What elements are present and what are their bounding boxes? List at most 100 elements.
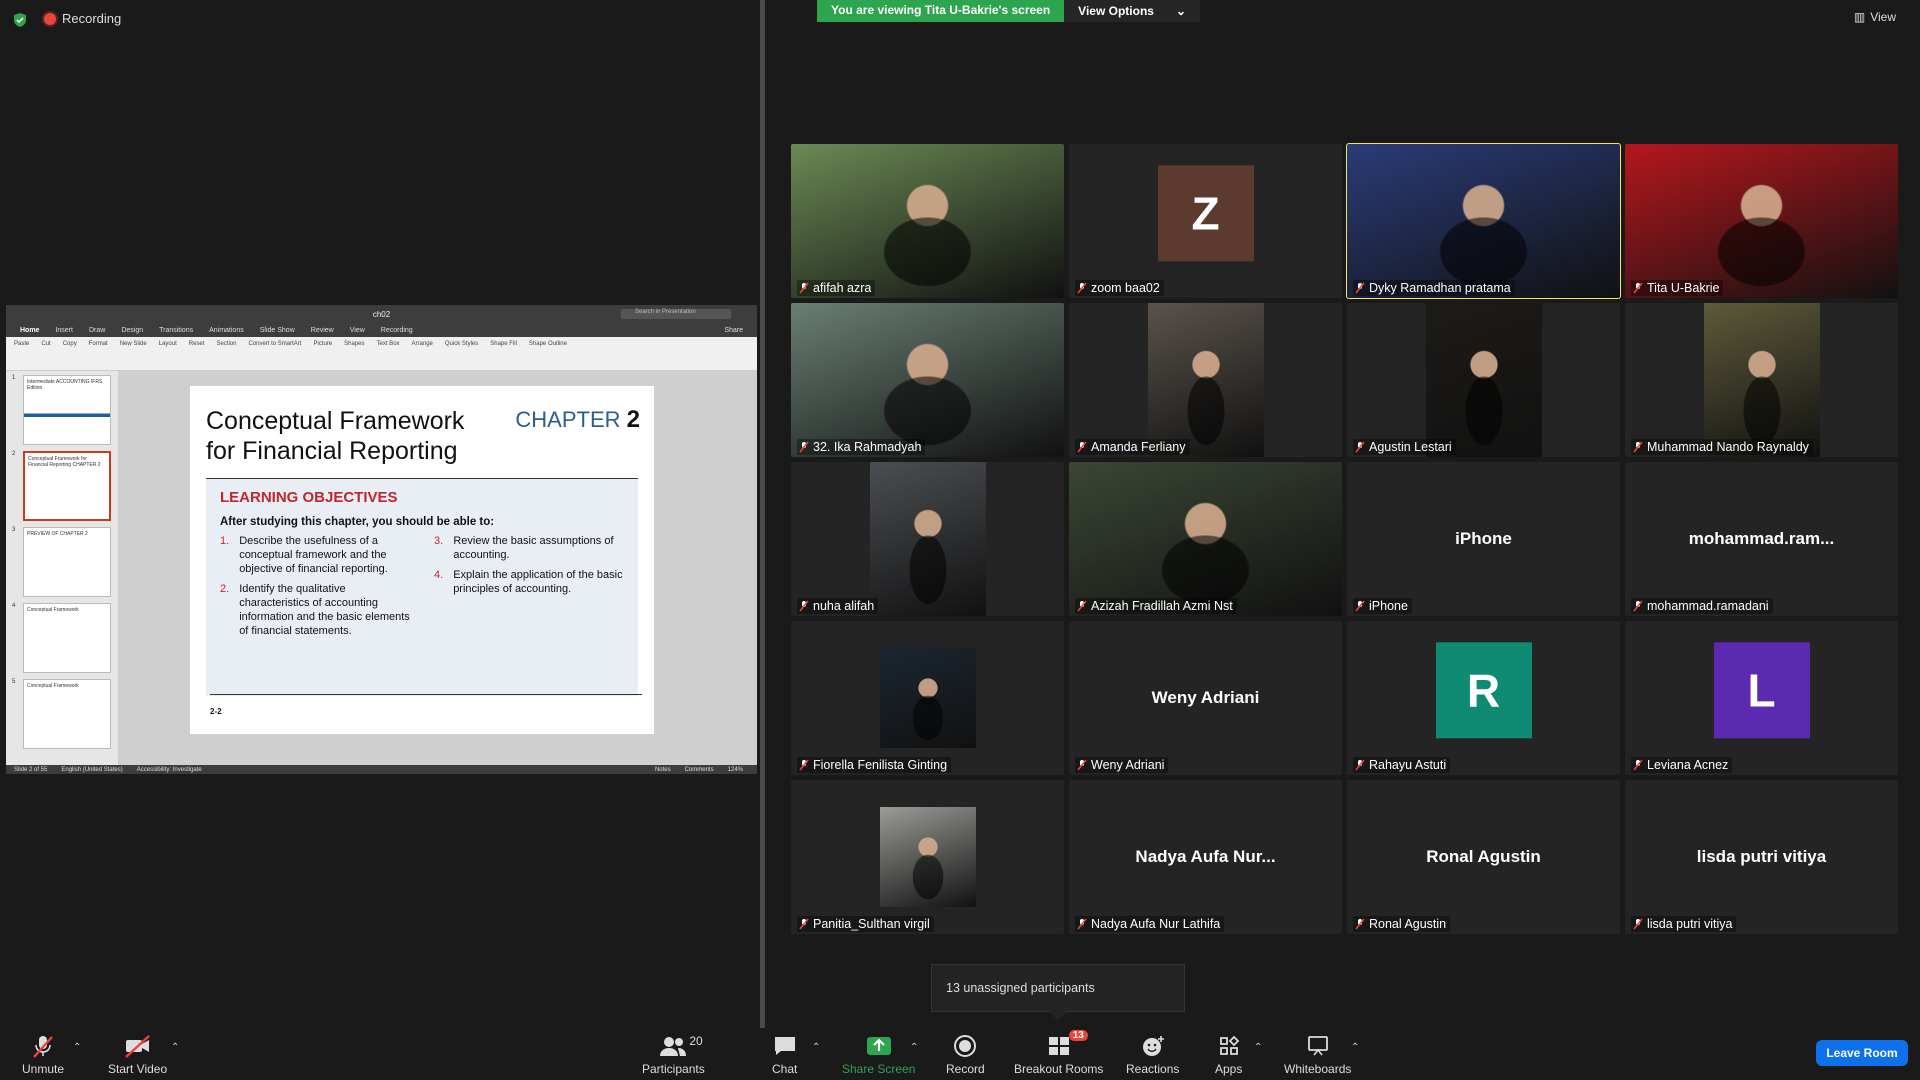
- ppt-paste-button[interactable]: Paste: [14, 341, 29, 366]
- recording-indicator[interactable]: Recording: [44, 11, 121, 26]
- apps-button[interactable]: Apps: [1215, 1032, 1242, 1076]
- ppt-reset-button[interactable]: Reset: [189, 341, 205, 366]
- shield-icon[interactable]: [12, 12, 28, 33]
- participant-name-label: Nadya Aufa Nur Lathifa: [1075, 916, 1225, 932]
- ppt-tab[interactable]: View: [350, 327, 365, 334]
- recording-label: Recording: [62, 11, 122, 26]
- breakout-rooms-button[interactable]: 13 Breakout Rooms: [1014, 1030, 1103, 1076]
- participant-name: mohammad.ramadani: [1647, 599, 1769, 613]
- ppt-quick-styles-button[interactable]: Quick Styles: [445, 341, 478, 366]
- participant-tile[interactable]: 32. Ika Rahmadyah: [791, 303, 1064, 457]
- slide-thumbnail[interactable]: 4 Conceptual Framework: [12, 603, 114, 673]
- ppt-tab[interactable]: Transitions: [159, 327, 193, 334]
- participant-tile[interactable]: Agustin Lestari: [1347, 303, 1620, 457]
- ppt-section-button[interactable]: Section: [216, 341, 236, 366]
- whiteboards-button[interactable]: Whiteboards: [1284, 1032, 1351, 1076]
- objective-item: 3. Review the basic assumptions of accoun…: [434, 534, 624, 562]
- ppt-shape-outline-button[interactable]: Shape Outline: [529, 341, 567, 366]
- objective-number: 4.: [434, 569, 444, 581]
- ppt-tab[interactable]: Home: [20, 327, 39, 334]
- participant-tile[interactable]: R Rahayu Astuti: [1347, 621, 1620, 775]
- chat-button[interactable]: Chat: [772, 1032, 797, 1076]
- slide-thumbnail[interactable]: 1 Intermediate ACCOUNTING IFRS Edition: [12, 375, 114, 445]
- participant-tile[interactable]: Amanda Ferliany: [1069, 303, 1342, 457]
- participant-tile[interactable]: Weny Adriani Weny Adriani: [1069, 621, 1342, 775]
- participant-tile[interactable]: lisda putri vitiya lisda putri vitiya: [1625, 780, 1898, 934]
- share-options-caret-icon[interactable]: ⌃: [910, 1042, 918, 1053]
- ppt-cut-button[interactable]: Cut: [41, 341, 50, 366]
- ppt-search-field[interactable]: Search in Presentation: [621, 309, 731, 319]
- mic-muted-icon: [1077, 600, 1087, 612]
- record-button[interactable]: Record: [946, 1032, 985, 1076]
- slide-thumbnail[interactable]: 3 PREVIEW OF CHAPTER 2: [12, 527, 114, 597]
- accessibility-status[interactable]: Accessibility: Investigate: [137, 767, 202, 773]
- ppt-tab[interactable]: Insert: [55, 327, 73, 334]
- ppt-copy-button[interactable]: Copy: [63, 341, 77, 366]
- participant-tile[interactable]: Fiorella Fenilista Ginting: [791, 621, 1064, 775]
- share-screen-button[interactable]: Share Screen: [842, 1032, 915, 1076]
- zoom-level[interactable]: 124%: [728, 767, 743, 773]
- participant-video: [1147, 303, 1264, 457]
- language[interactable]: English (United States): [61, 767, 122, 773]
- reactions-label: Reactions: [1126, 1062, 1180, 1076]
- ppt-arrange-button[interactable]: Arrange: [412, 341, 433, 366]
- ppt-tab[interactable]: Recording: [381, 327, 413, 334]
- ppt-format-button[interactable]: Format: [89, 341, 108, 366]
- view-button[interactable]: ▥ View: [1854, 10, 1896, 24]
- participant-tile[interactable]: Muhammad Nando Raynaldy: [1625, 303, 1898, 457]
- participant-name: iPhone: [1369, 599, 1408, 613]
- video-options-caret-icon[interactable]: ⌃: [171, 1042, 179, 1053]
- ppt-shape-fill-button[interactable]: Shape Fill: [490, 341, 517, 366]
- ppt-tab[interactable]: Slide Show: [260, 327, 295, 334]
- unmute-button[interactable]: Unmute: [22, 1032, 64, 1076]
- participant-name: Dyky Ramadhan pratama: [1369, 281, 1511, 295]
- whiteboards-options-caret-icon[interactable]: ⌃: [1351, 1042, 1359, 1053]
- participant-tile[interactable]: Zzoom baa02: [1069, 144, 1342, 298]
- ppt-picture-button[interactable]: Picture: [313, 341, 332, 366]
- objective-number: 1.: [220, 535, 230, 547]
- ppt-new-slide-button[interactable]: New Slide: [120, 341, 147, 366]
- audio-options-caret-icon[interactable]: ⌃: [73, 1042, 81, 1053]
- ppt-textbox-button[interactable]: Text Box: [377, 341, 400, 366]
- participant-tile[interactable]: Azizah Fradillah Azmi Nst: [1069, 462, 1342, 616]
- apps-label: Apps: [1215, 1062, 1243, 1076]
- participant-tile[interactable]: afifah azra: [791, 144, 1064, 298]
- participants-button[interactable]: 20 Participants: [642, 1032, 705, 1076]
- slide-thumbnail[interactable]: 5 Conceptual Framework: [12, 679, 114, 749]
- participant-avatar: Z: [1157, 165, 1254, 262]
- apps-options-caret-icon[interactable]: ⌃: [1254, 1042, 1262, 1053]
- participant-tile[interactable]: Nadya Aufa Nur... Nadya Aufa Nur Lathifa: [1069, 780, 1342, 934]
- participant-name: Leviana Acnez: [1647, 758, 1729, 772]
- objective-item: 1. Describe the usefulness of a conceptua…: [220, 534, 410, 576]
- reactions-button[interactable]: Reactions: [1126, 1032, 1179, 1076]
- current-slide[interactable]: Conceptual Framework for Financial Repor…: [190, 386, 654, 734]
- view-options-button[interactable]: View Options ⌄: [1064, 0, 1201, 22]
- mic-muted-icon: [1077, 282, 1087, 294]
- ppt-tab[interactable]: Animations: [209, 327, 244, 334]
- ppt-smartart-button[interactable]: Convert to SmartArt: [248, 341, 301, 366]
- ppt-tab[interactable]: Draw: [89, 327, 105, 334]
- participant-avatar: L: [1713, 642, 1810, 739]
- slide-thumbnail[interactable]: 2 Conceptual Framework for Financial Repo…: [12, 451, 114, 521]
- leave-room-button[interactable]: Leave Room: [1816, 1040, 1908, 1066]
- participant-tile[interactable]: Tita U-Bakrie: [1625, 144, 1898, 298]
- chat-options-caret-icon[interactable]: ⌃: [812, 1042, 820, 1053]
- ppt-tab[interactable]: Design: [121, 327, 143, 334]
- participant-tile[interactable]: mohammad.ram... mohammad.ramadani: [1625, 462, 1898, 616]
- start-video-button[interactable]: Start Video: [108, 1032, 167, 1076]
- participant-tile[interactable]: Dyky Ramadhan pratama: [1346, 143, 1621, 299]
- participant-tile[interactable]: L Leviana Acnez: [1625, 621, 1898, 775]
- notes-button[interactable]: Notes: [655, 767, 671, 773]
- ppt-layout-button[interactable]: Layout: [159, 341, 177, 366]
- chevron-down-icon: ⌄: [1175, 4, 1187, 18]
- ppt-tab[interactable]: Review: [311, 327, 334, 334]
- participant-tile[interactable]: iPhone iPhone: [1347, 462, 1620, 616]
- participant-tile[interactable]: Ronal Agustin Ronal Agustin: [1347, 780, 1620, 934]
- ppt-share-button[interactable]: Share: [724, 327, 743, 334]
- ppt-shapes-button[interactable]: Shapes: [344, 341, 364, 366]
- split-view-divider[interactable]: [760, 0, 765, 1028]
- comments-button[interactable]: Comments: [685, 767, 714, 773]
- participant-tile[interactable]: Panitia_Sulthan virgil: [791, 780, 1064, 934]
- participant-tile[interactable]: nuha alifah: [791, 462, 1064, 616]
- participant-avatar: R: [1435, 642, 1532, 739]
